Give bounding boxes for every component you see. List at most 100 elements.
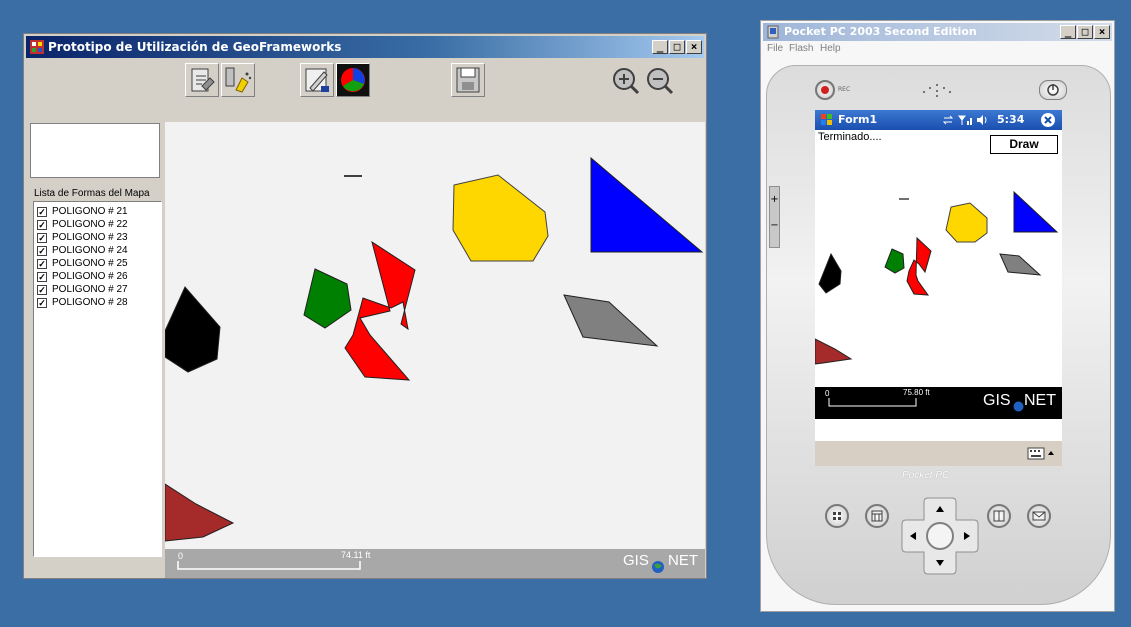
shape-list-item-label: POLIGONO # 28 <box>52 297 128 308</box>
shape-list-item[interactable]: ✓ POLIGONO # 27 <box>34 283 161 296</box>
ppc-gis-logo-text: GIS <box>983 392 1011 409</box>
minimize-button[interactable]: _ <box>652 40 668 54</box>
power-icon <box>1047 84 1059 96</box>
map-polygon-brown[interactable] <box>164 483 235 542</box>
navigation-pad[interactable] <box>900 496 980 576</box>
shape-list-item-label: POLIGONO # 27 <box>52 284 128 295</box>
ppc-globe-icon <box>1013 401 1024 412</box>
windows-start-icon[interactable] <box>819 112 835 128</box>
shape-list-item[interactable]: ✓ POLIGONO # 24 <box>34 244 161 257</box>
shape-list-item-label: POLIGONO # 23 <box>52 232 128 243</box>
map-polygon-red[interactable] <box>344 240 416 381</box>
info-box <box>30 123 160 178</box>
color-wheel-icon <box>341 68 365 92</box>
map-polygon-green[interactable] <box>303 268 352 329</box>
shape-checkbox[interactable]: ✓ <box>37 258 47 269</box>
pencil-icon <box>305 68 329 92</box>
ppc-blank-area <box>815 419 1062 441</box>
map-shapes <box>164 156 704 542</box>
map-polygon-black[interactable] <box>164 286 221 373</box>
draw-button[interactable]: Draw <box>990 135 1058 154</box>
ppc-polygon-black[interactable] <box>818 252 842 294</box>
menu-flash[interactable]: Flash <box>789 43 813 54</box>
pocket-pc-brand-text: Pocket PC <box>902 470 950 481</box>
clock[interactable]: 5:34 <box>997 110 1024 130</box>
contacts-icon <box>993 510 1005 522</box>
ppc-polygon-blue[interactable] <box>1013 190 1059 233</box>
calendar-hw-button[interactable] <box>865 504 889 528</box>
globe-icon <box>652 561 664 573</box>
map-polygon-yellow[interactable] <box>452 174 549 262</box>
shape-checkbox[interactable]: ✓ <box>37 271 47 282</box>
pocket-pc-title-bar[interactable]: Pocket PC 2003 Second Edition _ □ × <box>763 23 1112 41</box>
scale-value: 74.11 ft <box>341 550 371 560</box>
map-canvas[interactable] <box>164 122 705 578</box>
map-polygon-blue[interactable] <box>590 156 704 253</box>
ppc-polygon-gray[interactable] <box>999 253 1042 276</box>
power-button[interactable] <box>1039 80 1067 100</box>
ppc-scale-bar: 0 75.80 ft GIS NET <box>815 387 1062 419</box>
close-form-icon[interactable] <box>1040 112 1056 128</box>
shape-list-item[interactable]: ✓ POLIGONO # 26 <box>34 270 161 283</box>
ppc-minimize-button[interactable]: _ <box>1060 25 1076 39</box>
open-document-icon <box>191 68 215 92</box>
inbox-hw-button[interactable] <box>1027 504 1051 528</box>
pocket-map[interactable] <box>815 154 1062 387</box>
ppc-polygon-red[interactable] <box>906 236 932 296</box>
window-title: Prototipo de Utilización de GeoFramework… <box>48 40 342 54</box>
menu-help[interactable]: Help <box>820 43 841 54</box>
title-bar[interactable]: Prototipo de Utilización de GeoFramework… <box>26 36 704 58</box>
zoom-out-button[interactable] <box>646 67 674 95</box>
ppc-scale-value: 75.80 ft <box>903 388 930 397</box>
shape-list-item[interactable]: ✓ POLIGONO # 23 <box>34 231 161 244</box>
menu-file[interactable]: File <box>767 43 783 54</box>
ppc-polygon-brown[interactable] <box>815 338 853 365</box>
close-button[interactable]: × <box>686 40 702 54</box>
zoom-in-button[interactable] <box>612 67 640 95</box>
start-hw-button[interactable] <box>825 504 849 528</box>
open-file-button[interactable] <box>185 63 219 97</box>
ppc-close-button[interactable]: × <box>1094 25 1110 39</box>
shape-list-item[interactable]: ✓ POLIGONO # 28 <box>34 296 161 309</box>
status-icons <box>943 115 987 125</box>
maximize-button[interactable]: □ <box>669 40 685 54</box>
ppc-scale-ruler <box>828 398 917 407</box>
contacts-hw-button[interactable] <box>987 504 1011 528</box>
emulator-icon <box>767 25 779 39</box>
keyboard-icon[interactable] <box>1027 446 1057 462</box>
gis-logo-text: GIS <box>623 552 649 569</box>
pocket-pc-screen[interactable]: Form1 5:34 Terminado.... Draw 0 75.80 ft <box>815 110 1062 466</box>
menu-bar <box>815 441 1062 466</box>
volume-rocker[interactable]: + − <box>769 186 780 248</box>
shape-list-item-label: POLIGONO # 24 <box>52 245 128 256</box>
shape-checkbox[interactable]: ✓ <box>37 206 47 217</box>
clear-button[interactable] <box>221 63 255 97</box>
scale-bar: 0 74.11 ft GIS NET <box>165 549 705 578</box>
shape-checkbox[interactable]: ✓ <box>37 284 47 295</box>
ppc-polygon-green[interactable] <box>884 248 905 274</box>
ppc-polygon-yellow[interactable] <box>945 202 988 243</box>
dpad-icon <box>901 497 979 575</box>
record-button[interactable] <box>815 80 835 100</box>
shape-checkbox[interactable]: ✓ <box>37 297 47 308</box>
save-button[interactable] <box>451 63 485 97</box>
shape-list[interactable]: ✓ POLIGONO # 21 ✓ POLIGONO # 22 ✓ POLIGONO # … <box>33 201 162 557</box>
color-button[interactable] <box>336 63 370 97</box>
shape-list-item[interactable]: ✓ POLIGONO # 21 <box>34 205 161 218</box>
shape-checkbox[interactable]: ✓ <box>37 232 47 243</box>
draw-button[interactable] <box>300 63 334 97</box>
shape-list-item[interactable]: ✓ POLIGONO # 25 <box>34 257 161 270</box>
map-polygon-gray[interactable] <box>563 294 659 347</box>
record-icon <box>821 86 829 94</box>
speaker-grille-icon <box>923 84 951 97</box>
ppc-maximize-button[interactable]: □ <box>1077 25 1093 39</box>
net-logo-text: NET <box>668 552 698 569</box>
shape-list-label: Lista de Formas del Mapa <box>34 188 150 199</box>
shape-checkbox[interactable]: ✓ <box>37 245 47 256</box>
shape-list-item-label: POLIGONO # 26 <box>52 271 128 282</box>
scale-ruler <box>177 561 361 570</box>
shape-checkbox[interactable]: ✓ <box>37 219 47 230</box>
shape-list-item[interactable]: ✓ POLIGONO # 22 <box>34 218 161 231</box>
main-window: Prototipo de Utilización de GeoFramework… <box>23 33 707 579</box>
zoom-in-icon <box>613 68 640 95</box>
